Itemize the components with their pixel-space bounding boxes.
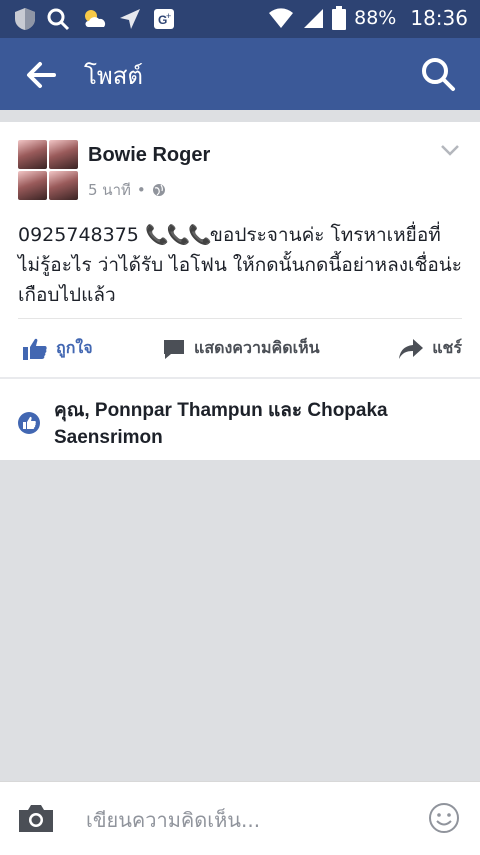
arrow-left-icon[interactable] <box>24 58 58 92</box>
author-name[interactable]: Bowie Roger <box>88 144 210 167</box>
comment-button[interactable]: แสดงความคิดเห็น <box>162 336 320 361</box>
wifi-icon <box>269 8 294 28</box>
signal-icon <box>304 9 324 28</box>
likes-summary: คุณ, Ponnpar Thampun และ Chopaka Saensri… <box>0 379 480 460</box>
status-bar-notifications: G + <box>14 7 176 31</box>
status-bar-system: 88% 18:36 <box>268 6 468 30</box>
comment-label: แสดงความคิดเห็น <box>194 338 320 357</box>
search-icon[interactable] <box>420 56 456 92</box>
comment-icon <box>164 339 184 359</box>
smiley-icon[interactable] <box>428 802 460 834</box>
g-plus-icon: G+ <box>154 9 174 29</box>
post-text: 0925748375 📞📞📞ขอประจานค่ะ โทรหาเหยื่อที่… <box>18 220 468 310</box>
battery-percent: 88% <box>354 7 397 29</box>
svg-text:+: + <box>166 11 171 21</box>
chevron-down-icon[interactable] <box>440 142 460 158</box>
comment-input[interactable] <box>84 804 388 836</box>
share-label: แชร์ <box>432 338 462 357</box>
globe-icon <box>152 184 165 196</box>
share-icon <box>399 338 424 359</box>
post-time[interactable]: 5 นาที <box>88 178 131 202</box>
actions-divider <box>18 318 462 319</box>
post-card: Bowie Roger 5 นาที • 0925748375 📞📞📞ขอประ… <box>0 122 480 377</box>
comment-composer <box>0 781 480 855</box>
meta-separator: • <box>136 181 146 199</box>
likes-text[interactable]: คุณ, Ponnpar Thampun และ Chopaka Saensri… <box>54 397 464 451</box>
app-bar: โพสต์ <box>0 38 480 110</box>
like-label: ถูกใจ <box>56 338 93 357</box>
post-meta: 5 นาที • <box>88 178 166 202</box>
like-badge-icon <box>18 412 40 434</box>
clock: 18:36 <box>410 6 468 30</box>
status-bar: G + 88% 18:36 <box>0 0 480 38</box>
navigation-icon <box>120 9 140 29</box>
like-button[interactable]: ถูกใจ <box>22 336 93 361</box>
post-actions: ถูกใจ แสดงความคิดเห็น แชร์ <box>0 328 480 370</box>
thumbs-up-icon <box>23 338 47 360</box>
avatar[interactable] <box>18 140 78 200</box>
search-icon <box>47 8 70 31</box>
page-title: โพสต์ <box>84 62 143 90</box>
phone-emojis: 📞📞📞 <box>144 224 212 246</box>
post-text-phone: 0925748375 <box>18 224 145 246</box>
weather-icon <box>85 10 106 27</box>
shield-icon <box>15 8 35 30</box>
share-button[interactable]: แชร์ <box>398 336 462 361</box>
camera-icon[interactable] <box>16 802 56 834</box>
feed-separator <box>0 110 480 122</box>
battery-icon <box>332 6 347 30</box>
